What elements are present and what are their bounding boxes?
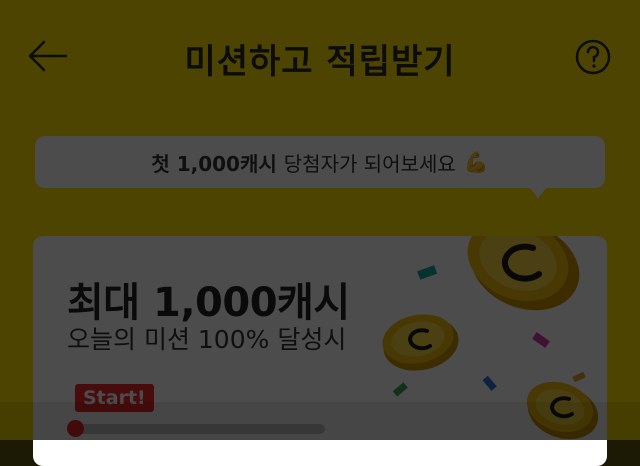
progress-marker (67, 420, 84, 437)
page-title: 미션하고 적립받기 (184, 42, 456, 82)
mission-screen: 미션하고 적립받기 첫 1,000캐시 당첨자가 되어보세요 💪 최대 1,00… (0, 0, 640, 466)
banner-highlight: 첫 1,000캐시 (151, 151, 277, 176)
flexed-arm-icon: 💪 (463, 150, 489, 174)
mission-card[interactable]: 최대 1,000캐시 오늘의 미션 100% 달성시 Start! (33, 236, 607, 466)
header: 미션하고 적립받기 (0, 0, 640, 110)
coin-icon-large (467, 236, 580, 311)
mission-progress-track (75, 424, 325, 434)
banner-pointer (528, 186, 548, 198)
banner-text: 당첨자가 되어보세요 (283, 151, 456, 176)
start-badge: Start! (75, 384, 154, 412)
coin-icon-bottom (526, 381, 599, 440)
coins-illustration (382, 236, 599, 440)
reward-subtitle: 오늘의 미션 100% 달성시 (67, 325, 347, 354)
question-circle-icon (575, 39, 611, 75)
help-button[interactable] (574, 38, 612, 76)
promo-banner: 첫 1,000캐시 당첨자가 되어보세요 💪 (35, 136, 605, 188)
coin-icon-small (382, 314, 459, 371)
